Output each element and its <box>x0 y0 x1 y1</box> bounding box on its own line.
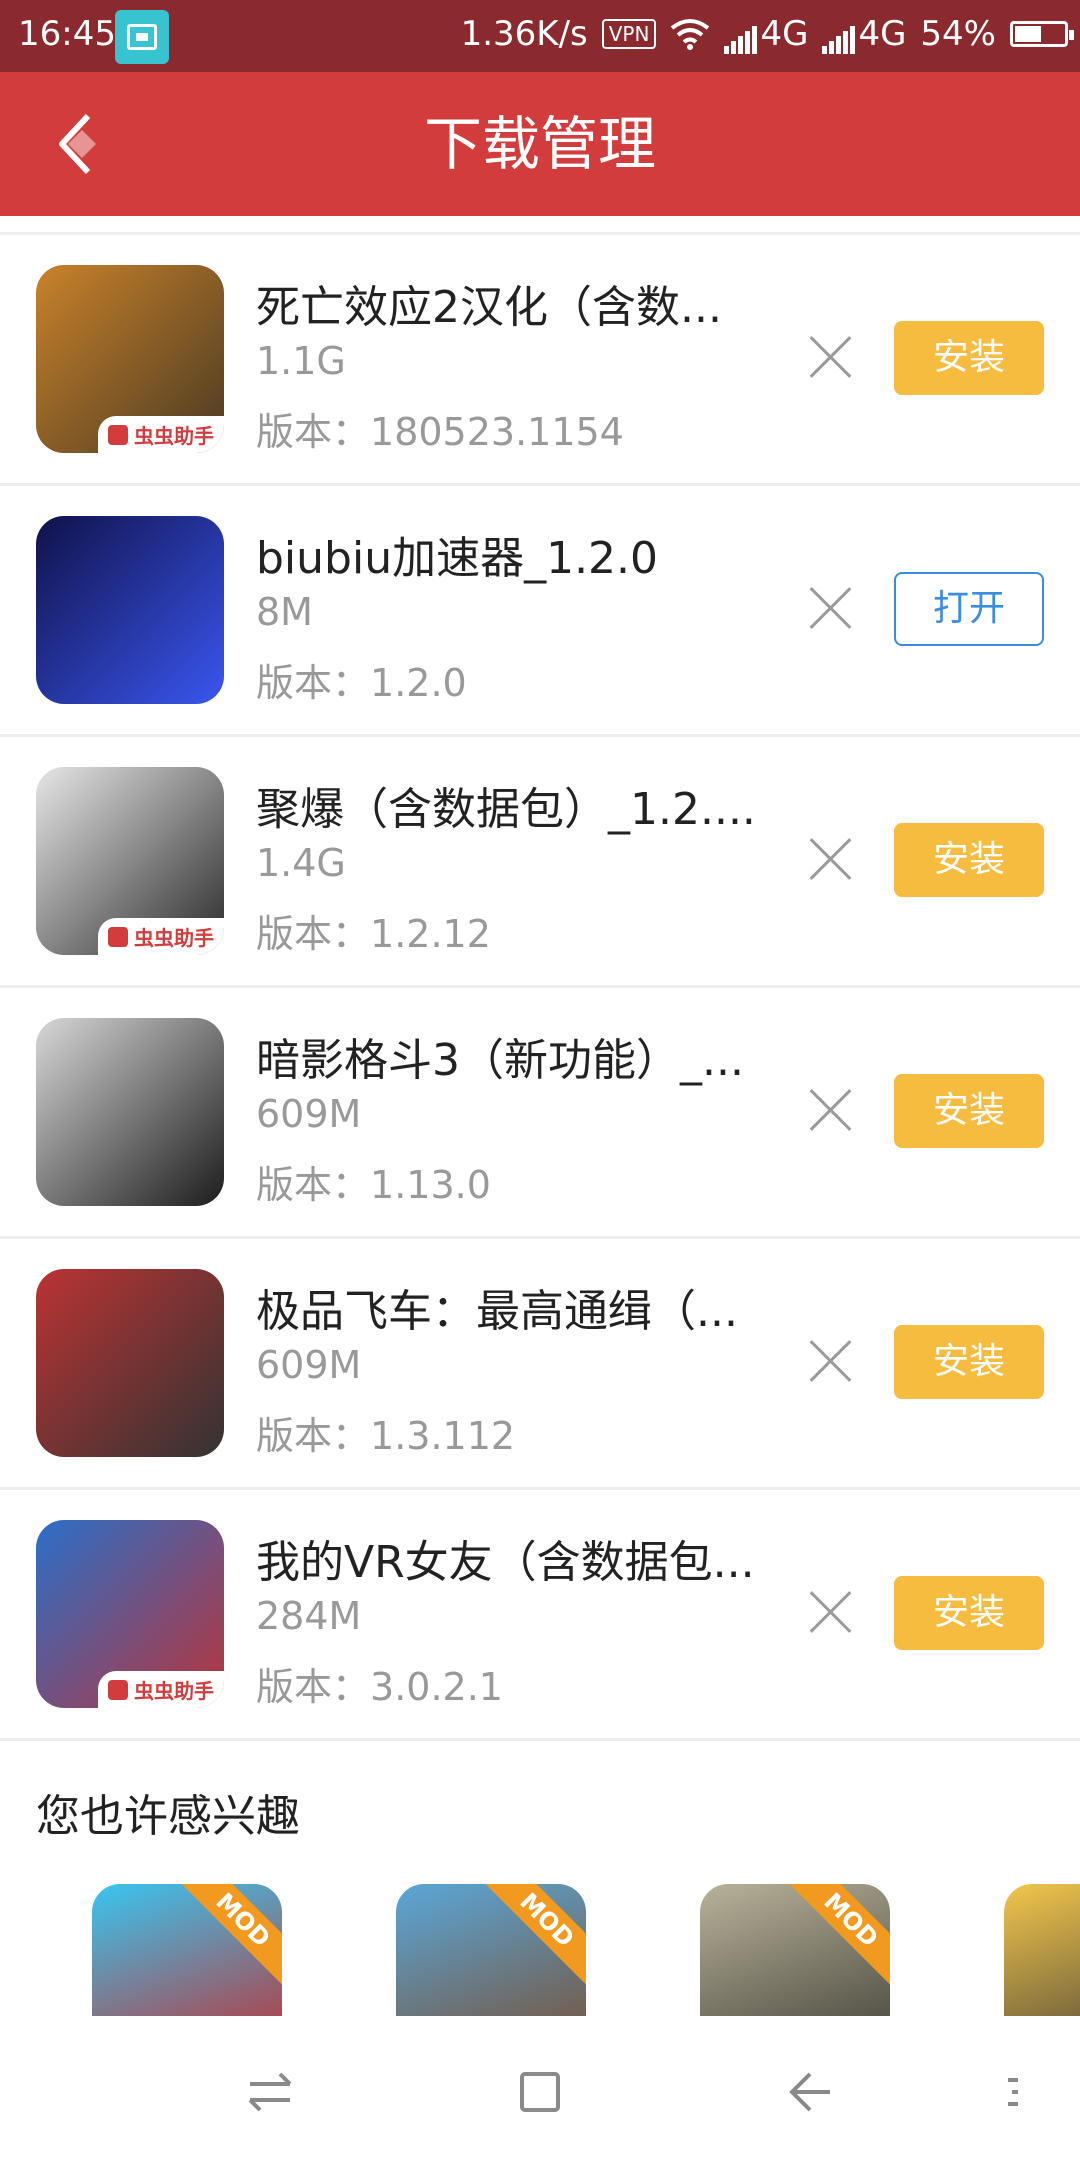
badge-logo-icon <box>108 1679 128 1700</box>
app-name: 聚爆（含数据包）_1.2.... <box>256 784 756 835</box>
recommend-list: MOD MOD MOD <box>0 1884 1080 2016</box>
recommend-app-icon[interactable]: MOD <box>396 1884 586 2016</box>
install-button[interactable]: 安装 <box>894 823 1044 897</box>
signal-icon <box>822 26 856 54</box>
download-list: 虫虫助手 死亡效应2汉化（含数... 1.1G 版本：180523.1154 安… <box>0 232 1080 1741</box>
version-label: 版本： <box>256 661 371 705</box>
close-icon[interactable] <box>808 1339 852 1383</box>
version-label: 版本： <box>256 1665 371 1709</box>
more-icon[interactable] <box>1000 2062 1060 2122</box>
close-icon[interactable] <box>808 586 852 630</box>
badge-logo-icon <box>108 424 128 445</box>
badge-label: 虫虫助手 <box>134 424 214 448</box>
app-size: 609M <box>256 1343 362 1387</box>
badge-label: 虫虫助手 <box>134 1679 214 1703</box>
app-version: 版本：3.0.2.1 <box>256 1656 503 1711</box>
app-version: 版本：1.2.0 <box>256 652 467 707</box>
version-label: 版本： <box>256 410 371 454</box>
app-header: 下载管理 <box>0 72 1080 216</box>
close-icon[interactable] <box>808 335 852 379</box>
app-version: 版本：1.3.112 <box>256 1405 515 1460</box>
install-button[interactable]: 安装 <box>894 321 1044 395</box>
app-icon[interactable] <box>36 1269 224 1457</box>
version-value: 1.3.112 <box>370 1414 516 1458</box>
vpn-icon: VPN <box>601 19 657 49</box>
version-label: 版本： <box>256 1414 371 1458</box>
signal-1: 4G <box>724 14 808 54</box>
version-value: 1.2.12 <box>370 912 491 956</box>
wifi-icon <box>671 19 710 50</box>
app-name: 死亡效应2汉化（含数... <box>256 282 722 333</box>
app-icon[interactable] <box>36 516 224 704</box>
download-row[interactable]: biubiu加速器_1.2.0 8M 版本：1.2.0 打开 <box>0 486 1080 737</box>
app-icon[interactable] <box>36 1018 224 1206</box>
app-name: biubiu加速器_1.2.0 <box>256 533 659 584</box>
app-icon[interactable]: 虫虫助手 <box>36 767 224 955</box>
mod-badge: MOD <box>481 1884 586 1986</box>
back-icon[interactable] <box>780 2062 840 2122</box>
close-icon[interactable] <box>808 837 852 881</box>
app-icon[interactable]: 虫虫助手 <box>36 1520 224 1708</box>
page-title: 下载管理 <box>423 110 656 178</box>
download-row[interactable]: 极品飞车：最高通缉（... 609M 版本：1.3.112 安装 <box>0 1239 1080 1490</box>
status-time: 16:45 <box>18 14 116 54</box>
version-label: 版本： <box>256 912 371 956</box>
close-icon[interactable] <box>808 1088 852 1132</box>
app-size: 1.1G <box>256 339 346 383</box>
version-value: 1.2.0 <box>370 661 467 705</box>
status-bar: 16:45 1.36K/s VPN 4G 4G 54% <box>0 0 1080 72</box>
version-value: 180523.1154 <box>370 410 624 454</box>
download-row[interactable]: 虫虫助手 聚爆（含数据包）_1.2.... 1.4G 版本：1.2.12 安装 <box>0 737 1080 988</box>
battery-icon <box>1010 21 1074 47</box>
badge-logo-icon <box>108 926 128 947</box>
recommend-app-icon[interactable] <box>1004 1884 1080 2016</box>
app-icon[interactable]: 虫虫助手 <box>36 265 224 453</box>
recommend-app-icon[interactable]: MOD <box>700 1884 890 2016</box>
recommend-app-icon[interactable]: MOD <box>92 1884 282 2016</box>
network-type-2: 4G <box>858 14 907 54</box>
badge-label: 虫虫助手 <box>134 926 214 950</box>
app-size: 609M <box>256 1092 362 1136</box>
app-version: 版本：180523.1154 <box>256 401 624 456</box>
mod-badge: MOD <box>785 1884 890 1986</box>
app-name: 暗影格斗3（新功能）_... <box>256 1035 744 1086</box>
app-name: 极品飞车：最高通缉（... <box>256 1286 738 1337</box>
version-value: 1.13.0 <box>370 1163 491 1207</box>
download-row[interactable]: 虫虫助手 我的VR女友（含数据包... 284M 版本：3.0.2.1 安装 <box>0 1490 1080 1741</box>
mod-badge: MOD <box>177 1884 282 1986</box>
network-type-1: 4G <box>760 14 809 54</box>
download-row[interactable]: 暗影格斗3（新功能）_... 609M 版本：1.13.0 安装 <box>0 988 1080 1239</box>
download-row[interactable]: 虫虫助手 死亡效应2汉化（含数... 1.1G 版本：180523.1154 安… <box>0 235 1080 486</box>
app-version: 版本：1.2.12 <box>256 903 491 958</box>
navigation-bar <box>0 2016 1080 2160</box>
network-speed: 1.36K/s <box>460 14 588 54</box>
install-button[interactable]: 安装 <box>894 1325 1044 1399</box>
chongchong-badge: 虫虫助手 <box>98 416 224 453</box>
home-square-icon[interactable] <box>510 2062 570 2122</box>
chongchong-badge: 虫虫助手 <box>98 918 224 955</box>
install-button[interactable]: 安装 <box>894 1074 1044 1148</box>
recommend-title: 您也许感兴趣 <box>36 1791 300 1842</box>
open-button[interactable]: 打开 <box>894 572 1044 646</box>
back-arrow-icon[interactable] <box>52 112 112 176</box>
scan-icon <box>115 10 169 64</box>
app-size: 8M <box>256 590 313 634</box>
version-label: 版本： <box>256 1163 371 1207</box>
signal-icon <box>724 26 758 54</box>
app-name: 我的VR女友（含数据包... <box>256 1537 755 1588</box>
menu-switch-icon[interactable] <box>240 2062 300 2122</box>
status-right: 1.36K/s VPN 4G 4G 54% <box>460 14 1074 54</box>
app-version: 版本：1.13.0 <box>256 1154 491 1209</box>
close-icon[interactable] <box>808 1590 852 1634</box>
signal-2: 4G <box>822 14 906 54</box>
app-size: 1.4G <box>256 841 346 885</box>
chongchong-badge: 虫虫助手 <box>98 1671 224 1708</box>
battery-percent: 54% <box>920 14 996 54</box>
version-value: 3.0.2.1 <box>370 1665 503 1709</box>
install-button[interactable]: 安装 <box>894 1576 1044 1650</box>
app-size: 284M <box>256 1594 362 1638</box>
